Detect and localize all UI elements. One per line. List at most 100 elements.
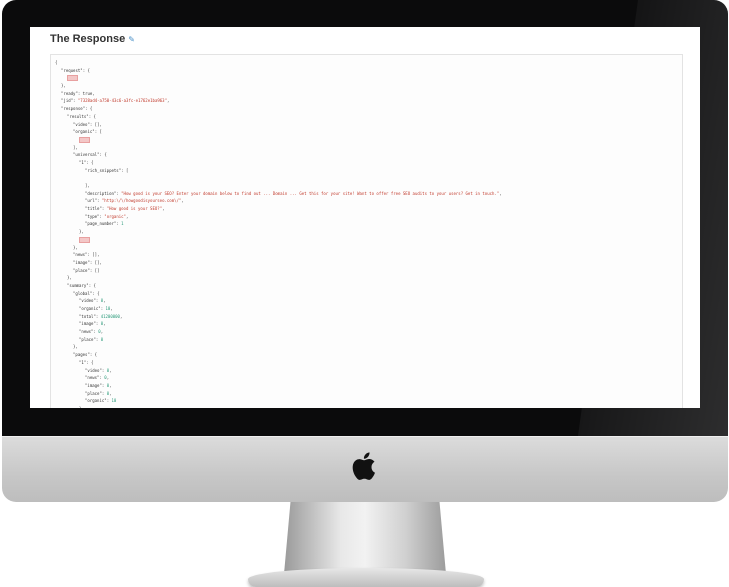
json-token: "image" [79,321,96,327]
code-line: }, [55,343,675,351]
code-line: "organic": 10, [55,305,675,313]
json-string: "http:\/\/howgoodisyourseo.com\/" [101,198,182,204]
json-token: , [119,313,123,319]
json-string: "organic" [104,213,126,219]
code-line: "1": { [55,359,675,367]
code-line: "response": { [55,105,675,113]
json-code-lines: {"request": {}, "ready": true, "jid": "732… [55,59,675,408]
page-title-text: The Response [50,33,126,45]
code-line: "news": 0, [55,374,675,382]
json-token: }, [79,229,84,235]
code-line: "organic": [ [55,128,675,136]
json-token: }, [73,244,78,250]
code-line: "video": [], [55,121,675,129]
json-token: : { [88,113,96,119]
code-line: "news": 0, [55,328,675,336]
code-line: }, [55,244,675,252]
screen: The Response ✎ {"request": {}, "ready": tr… [30,27,700,408]
code-line: "news": [], [55,251,675,259]
apple-logo-icon [352,452,375,480]
code-line: }, [55,405,675,408]
json-token: "ready" [61,90,78,96]
code-line: "type": "organic", [55,213,675,221]
json-token: : [], [87,252,100,258]
json-token: , [499,190,502,196]
code-line: "summary": { [55,282,675,290]
page-title: The Response ✎ [50,33,135,45]
code-line: "request": { [55,67,675,75]
code-line: "jid": "7328ad4-a750-43c6-a3fc-e1762e1ba… [55,97,675,105]
json-token: , [125,213,129,219]
json-token: "video" [79,298,96,304]
code-line: "global": { [55,290,675,298]
json-token: "results" [67,113,89,119]
code-line: "image": 0, [55,382,675,390]
json-number: 0 [100,336,104,342]
json-token: "response" [61,106,86,112]
json-number: 10 [111,398,117,404]
code-line: "rich_snippets": [ [55,167,675,175]
json-token: "video" [73,121,90,127]
json-token: , [109,390,112,396]
code-line: "place": 0 [55,336,675,344]
json-token: ], [73,144,78,150]
code-line: "page_number": 1 [55,220,675,228]
pencil-icon[interactable]: ✎ [128,35,135,44]
code-line: "organic": 10 [55,397,675,405]
json-token: : { [89,352,98,358]
json-token: : { [88,282,96,288]
json-token: "type" [85,213,100,219]
json-token: "rich_snippets" [85,167,122,173]
code-line: "results": { [55,113,675,121]
json-token: "pages" [73,352,90,358]
json-token: , [109,367,112,373]
json-token: , [110,306,113,311]
json-token: "image" [85,382,102,388]
code-line [55,136,675,144]
code-line: "1": { [55,159,675,167]
json-token: "total" [79,313,96,319]
json-token: ], [85,183,90,188]
json-token: , [166,98,170,104]
code-line: }, [55,274,675,282]
json-token: , [162,206,165,212]
json-token: : { [86,359,94,365]
json-token: : { [85,106,93,112]
collapsed-node-toggle[interactable] [67,75,78,82]
json-token: : { [82,67,90,73]
json-token: "organic" [79,306,101,311]
json-token: }, [67,275,72,281]
code-line: "place": 0, [55,390,675,398]
json-token: "page_number" [85,221,117,227]
json-token: "global" [73,290,93,296]
code-line: }, [55,82,675,90]
code-line [55,74,675,82]
collapsed-node-toggle[interactable] [79,236,90,243]
json-token: "jid" [61,98,74,104]
json-response-panel[interactable]: {"request": {}, "ready": true, "jid": "732… [50,54,683,408]
json-token: "news" [79,329,94,335]
json-token: : [], [89,259,102,265]
code-line: }, [55,228,675,236]
json-token: "request" [61,67,83,73]
json-token: : [ [94,129,102,135]
code-line [55,236,675,244]
json-token: , [109,382,112,388]
code-line: ], [55,182,675,190]
json-number: 41200000 [100,313,120,319]
monitor-foot [248,568,484,587]
json-token: , [103,321,106,327]
json-token: "description" [85,190,117,196]
json-token: "summary" [67,282,89,288]
json-token: : { [92,290,100,296]
json-token: "organic" [73,129,95,135]
collapsed-node-toggle[interactable] [79,136,90,143]
json-token: , [181,198,184,204]
code-line: "title": "How good is your SEO?", [55,205,675,213]
json-token: }, [79,406,84,408]
code-line: "description": "How good is your SEO? En… [55,190,675,198]
json-token: "image" [73,259,90,265]
json-string: "How good is your SEO? Enter your domain… [121,190,500,196]
json-token: "url" [85,198,98,204]
